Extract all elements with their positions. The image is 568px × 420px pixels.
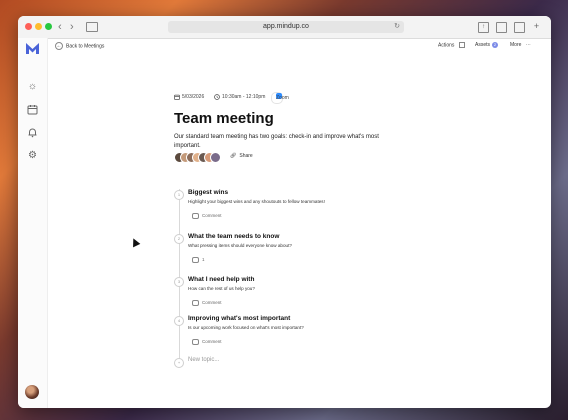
page-title: Team meeting [174, 110, 274, 127]
browser-window: ‹ › app.mindup.co ↻ ↑ + ☼ ⚙ ← Back to Mee… [18, 16, 551, 408]
browser-toolbar: ‹ › app.mindup.co ↻ ↑ + [18, 16, 551, 39]
comment-icon [192, 339, 199, 345]
topic-subtitle: Is our upcoming work focused on what's m… [188, 325, 304, 330]
date-text: 5/03/2026 [182, 94, 205, 100]
meeting-description: Our standard team meeting has two goals:… [174, 134, 379, 149]
topic-subtitle: Highlight your biggest wins and any shou… [188, 199, 325, 204]
topic-number: 1 [174, 190, 184, 200]
forward-arrow-icon[interactable]: › [70, 21, 74, 33]
time-text: 10:30am - 12:10pm [222, 94, 266, 100]
zoom-link[interactable]: Zoom [271, 92, 289, 104]
share-icon[interactable]: ↑ [478, 22, 489, 33]
comment-icon [192, 300, 199, 306]
comment-button[interactable]: Comment [192, 300, 222, 306]
comment-label: Comment [202, 300, 222, 306]
back-arrow-icon: ← [55, 42, 63, 50]
more-label: More [510, 42, 522, 48]
topic-subtitle: How can the rest of us help you? [188, 286, 255, 291]
comment-label: Comment [202, 213, 222, 219]
share-label: Share [239, 153, 253, 159]
comment-button[interactable]: Comment [192, 339, 222, 345]
clock-icon [214, 94, 220, 100]
timeline-line [179, 189, 180, 363]
actions-label: Actions [438, 42, 455, 49]
topic-number: 2 [174, 234, 184, 244]
topic-title[interactable]: Biggest wins [188, 189, 228, 196]
comment-icon [192, 257, 199, 263]
bell-icon[interactable] [27, 127, 38, 138]
close-window-button[interactable] [25, 23, 32, 30]
link-icon: 🔗︎ [230, 153, 237, 159]
mindup-logo-icon[interactable] [26, 43, 39, 54]
actions-button[interactable]: Actions [438, 42, 465, 48]
minimize-window-button[interactable] [35, 23, 42, 30]
back-arrow-icon[interactable]: ‹ [58, 21, 62, 33]
comment-button[interactable]: 1 [192, 257, 205, 263]
tab-overview-icon[interactable] [514, 22, 525, 33]
app-sidebar: ☼ ⚙ [18, 38, 48, 408]
address-bar[interactable]: app.mindup.co ↻ [168, 21, 404, 33]
share-button[interactable]: 🔗︎ Share [230, 153, 253, 159]
topic-title[interactable]: What I need help with [188, 276, 254, 283]
more-button[interactable]: More ⋯ [510, 42, 531, 48]
assets-count-badge: 2 [492, 42, 499, 48]
back-to-meetings-link[interactable]: ← Back to Meetings [55, 42, 104, 50]
back-label: Back to Meetings [66, 43, 105, 50]
user-avatar[interactable] [25, 385, 39, 399]
app-topbar: ← Back to Meetings Actions Assets 2 More ⋯ [48, 38, 551, 54]
topic-subtitle: What pressing items should everyone know… [188, 243, 292, 248]
topic-number: 3 [174, 277, 184, 287]
sun-icon[interactable]: ☼ [27, 81, 38, 92]
topic-number: 4 [174, 316, 184, 326]
sidebar-toggle-icon[interactable] [86, 22, 98, 32]
calendar-icon [174, 94, 180, 100]
maximize-window-button[interactable] [45, 23, 52, 30]
comment-icon [192, 213, 199, 219]
meeting-date: 5/03/2026 [174, 94, 204, 100]
comment-button[interactable]: Comment [192, 213, 222, 219]
plus-icon: + [174, 358, 184, 368]
meeting-time: 10:30am - 12:10pm [214, 94, 265, 100]
comment-label: Comment [202, 339, 222, 345]
reload-icon[interactable]: ↻ [394, 21, 400, 33]
assets-button[interactable]: Assets 2 [475, 42, 499, 48]
participant-avatar[interactable] [210, 152, 221, 163]
tabs-icon[interactable] [496, 22, 507, 33]
more-dots-icon: ⋯ [525, 42, 531, 48]
checkbox-icon [458, 42, 465, 48]
url-text: app.mindup.co [263, 23, 309, 30]
calendar-icon[interactable] [27, 104, 38, 115]
topic-title[interactable]: What the team needs to know [188, 233, 279, 240]
new-tab-icon[interactable]: + [532, 22, 541, 31]
comment-count: 1 [202, 257, 205, 263]
topic-title[interactable]: Improving what's most important [188, 315, 290, 322]
zoom-label: Zoom [276, 95, 289, 101]
new-topic-input[interactable]: New topic... [188, 357, 219, 363]
gear-icon[interactable]: ⚙ [27, 150, 38, 161]
assets-label: Assets [475, 42, 491, 48]
